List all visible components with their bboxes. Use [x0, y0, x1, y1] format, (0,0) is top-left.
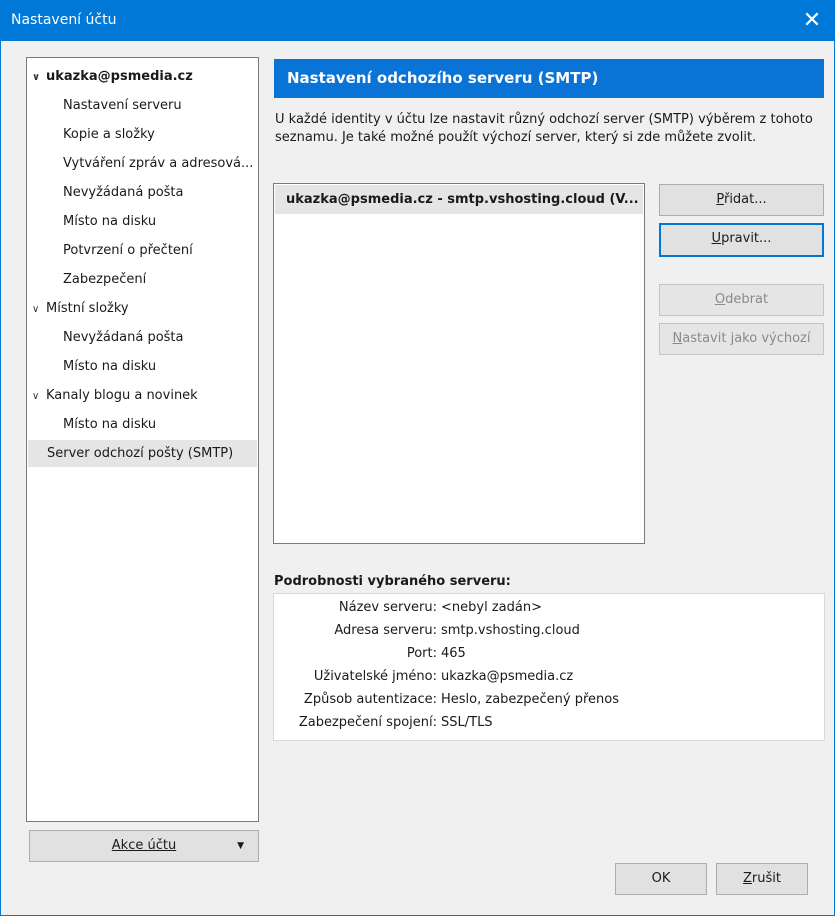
set-default-button[interactable]: Nastavit jako výchozí [659, 323, 824, 355]
remove-server-button[interactable]: Odebrat [659, 284, 824, 316]
panel-header: Nastavení odchozího serveru (SMTP) [274, 59, 824, 98]
tree-local-folders[interactable]: ∨ Místní složky [28, 295, 129, 322]
btn-text: astavit jako výchozí [682, 331, 811, 346]
detail-key: Uživatelské jméno: [313, 669, 437, 684]
tree-feeds[interactable]: ∨ Kanaly blogu a novinek [28, 382, 198, 409]
access-key: U [711, 231, 722, 246]
tree-item-label: Kanaly blogu a novinek [46, 388, 198, 403]
btn-text: pravit... [721, 231, 772, 246]
title-bar: Nastavení účtu ✕ [0, 0, 835, 41]
ok-button[interactable]: OK [615, 863, 707, 895]
panel-description: U každé identity v účtu lze nastavit růz… [275, 112, 813, 145]
cancel-button[interactable]: Zrušit [716, 863, 808, 895]
btn-text: řidat... [723, 192, 767, 207]
detail-row: Uživatelské jméno: ukazka@psmedia.cz [274, 666, 826, 688]
account-tree[interactable]: ∨ ukazka@psmedia.cz Nastavení serveru Kop… [26, 57, 259, 822]
tree-item-label: ukazka@psmedia.cz [46, 69, 193, 84]
detail-key: Název serveru: [338, 600, 437, 615]
tree-item-server-settings[interactable]: Nastavení serveru [28, 92, 182, 119]
tree-item-composition[interactable]: Vytváření zpráv a adresová... [28, 150, 253, 177]
dialog-body: ∨ ukazka@psmedia.cz Nastavení serveru Kop… [0, 41, 835, 916]
detail-key: Zabezpečení spojení: [298, 715, 437, 730]
detail-row: Název serveru: <nebyl zadán> [274, 597, 826, 619]
detail-value: ukazka@psmedia.cz [441, 669, 574, 684]
detail-row: Adresa serveru: smtp.vshosting.cloud [274, 620, 826, 642]
detail-key: Adresa serveru: [334, 623, 437, 638]
detail-row: Zabezpečení spojení: SSL/TLS [274, 712, 826, 734]
tree-account-ukazka[interactable]: ∨ ukazka@psmedia.cz [28, 63, 193, 90]
tree-item-receipts[interactable]: Potvrzení o přečtení [28, 237, 193, 264]
dropdown-arrow-icon: ▼ [237, 841, 244, 851]
tree-item-copies-folders[interactable]: Kopie a složky [28, 121, 155, 148]
access-key: Z [743, 871, 752, 886]
tree-item-smtp[interactable]: Server odchozí pošty (SMTP) [28, 440, 257, 467]
tree-item-disk-space[interactable]: Místo na disku [28, 208, 156, 235]
detail-value: Heslo, zabezpečený přenos [441, 692, 619, 707]
smtp-server-list[interactable]: ukazka@psmedia.cz - smtp.vshosting.cloud… [273, 183, 645, 544]
tree-item-label: Místní složky [46, 301, 129, 316]
detail-value: 465 [441, 646, 466, 661]
btn-text: rušit [751, 871, 781, 886]
btn-text: debrat [725, 292, 769, 307]
tree-item-security[interactable]: Zabezpečení [28, 266, 146, 293]
account-actions-button[interactable]: Akce účtu ▼ [29, 830, 259, 862]
add-server-button[interactable]: Přidat... [659, 184, 824, 216]
detail-row: Způsob autentizace: Heslo, zabezpečený př… [274, 689, 826, 711]
detail-key: Port: [406, 646, 437, 661]
detail-value: SSL/TLS [441, 715, 493, 730]
detail-row: Port: 465 [274, 643, 826, 665]
close-icon[interactable]: ✕ [789, 0, 835, 41]
chevron-down-icon[interactable]: ∨ [32, 64, 46, 90]
window-title: Nastavení účtu [11, 12, 117, 28]
tree-item-junk[interactable]: Nevyžádaná pošta [28, 179, 184, 206]
access-key: P [716, 192, 724, 207]
access-key: N [672, 331, 683, 346]
server-details: Název serveru: <nebyl zadán> Adresa serve… [273, 593, 825, 741]
details-title: Podrobnosti vybraného serveru: [274, 574, 511, 589]
account-actions-label: Akce účtu [111, 838, 177, 853]
tree-item-local-junk[interactable]: Nevyžádaná pošta [28, 324, 184, 351]
access-key: O [714, 292, 726, 307]
smtp-server-row[interactable]: ukazka@psmedia.cz - smtp.vshosting.cloud… [275, 185, 643, 214]
detail-key: Způsob autentizace: [303, 692, 437, 707]
chevron-down-icon[interactable]: ∨ [32, 296, 46, 322]
tree-item-feeds-disk[interactable]: Místo na disku [28, 411, 156, 438]
detail-value: smtp.vshosting.cloud [441, 623, 580, 638]
detail-value: <nebyl zadán> [441, 600, 542, 615]
edit-server-button[interactable]: Upravit... [659, 223, 824, 257]
chevron-down-icon[interactable]: ∨ [32, 383, 46, 409]
tree-item-local-disk[interactable]: Místo na disku [28, 353, 156, 380]
